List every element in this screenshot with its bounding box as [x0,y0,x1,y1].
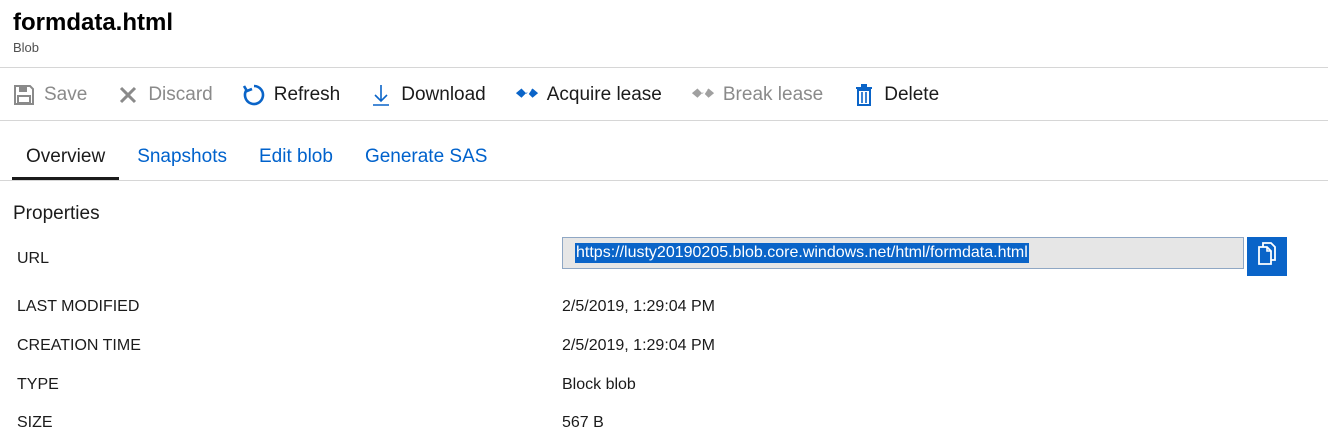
break-lease-button[interactable]: Break lease [691,83,823,107]
refresh-button[interactable]: Refresh [242,83,341,107]
url-label: URL [17,250,50,267]
refresh-label: Refresh [273,84,341,105]
toolbar-divider [0,120,1328,121]
lease-icon [515,83,539,107]
tab-overview[interactable]: Overview [12,140,120,180]
page-header: formdata.html Blob [13,8,173,56]
tab-snapshots[interactable]: Snapshots [123,140,241,180]
acquire-lease-label: Acquire lease [546,84,662,105]
last-modified-label: LAST MODIFIED [17,298,140,315]
tab-generate-sas[interactable]: Generate SAS [351,140,502,180]
save-button[interactable]: Save [12,83,87,107]
copy-icon [1257,242,1277,271]
discard-button[interactable]: Discard [116,83,213,107]
delete-button[interactable]: Delete [852,83,939,107]
break-lease-icon [691,83,715,107]
download-button[interactable]: Download [369,83,486,107]
properties-heading: Properties [13,203,100,224]
save-label: Save [44,84,88,105]
save-icon [12,83,36,107]
header-divider [0,67,1328,68]
close-icon [116,83,140,107]
size-value: 567 B [562,414,604,431]
refresh-icon [242,83,266,107]
break-lease-label: Break lease [722,84,824,105]
type-value: Block blob [562,376,636,393]
page-title: formdata.html [13,9,174,36]
url-field[interactable]: https://lusty20190205.blob.core.windows.… [562,237,1244,269]
last-modified-value: 2/5/2019, 1:29:04 PM [562,298,715,315]
discard-label: Discard [148,84,213,105]
size-label: SIZE [17,414,53,431]
type-label: TYPE [17,376,59,393]
tabs-divider [0,180,1328,181]
download-icon [369,83,393,107]
page-subtitle: Blob [13,40,40,55]
acquire-lease-button[interactable]: Acquire lease [515,83,662,107]
copy-button[interactable] [1247,237,1287,276]
url-value: https://lusty20190205.blob.core.windows.… [575,243,1029,263]
tab-bar: Overview Snapshots Edit blob Generate SA… [12,140,505,180]
tab-edit-blob[interactable]: Edit blob [245,140,347,180]
command-bar: Save Discard Refresh Download Acquire le… [12,76,968,114]
creation-time-value: 2/5/2019, 1:29:04 PM [562,337,715,354]
creation-time-label: CREATION TIME [17,337,141,354]
download-label: Download [401,84,486,105]
trash-icon [852,83,876,107]
delete-label: Delete [884,84,940,105]
